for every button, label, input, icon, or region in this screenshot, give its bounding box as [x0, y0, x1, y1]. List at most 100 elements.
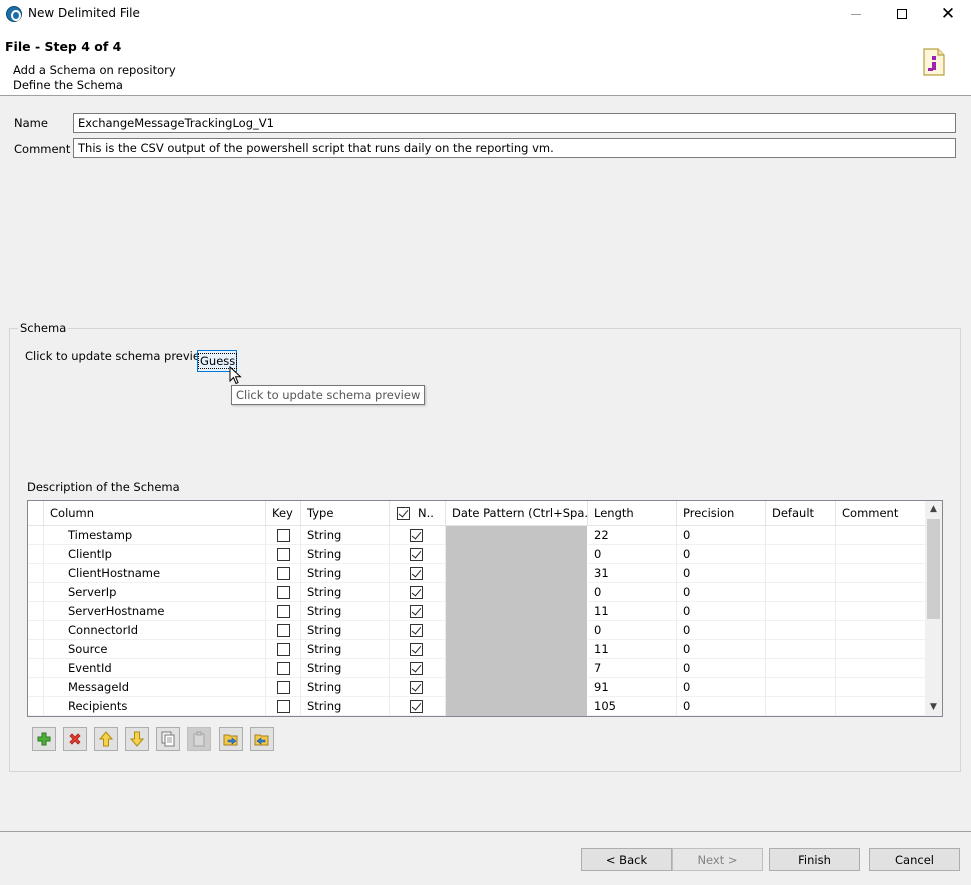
key-checkbox[interactable] — [277, 681, 290, 694]
default-cell[interactable] — [766, 640, 836, 659]
nullable-checkbox[interactable] — [410, 567, 423, 580]
length-cell[interactable]: 105 — [588, 697, 677, 716]
table-row[interactable]: ClientIp String 0 0 — [28, 545, 925, 564]
comment-cell[interactable] — [836, 659, 925, 678]
default-cell[interactable] — [766, 678, 836, 697]
cancel-button[interactable]: Cancel — [869, 848, 960, 871]
column-cell[interactable]: ServerHostname — [44, 602, 266, 621]
length-cell[interactable]: 0 — [588, 583, 677, 602]
date-pattern-cell[interactable] — [446, 678, 588, 697]
move-down-button[interactable] — [125, 727, 149, 751]
move-up-button[interactable] — [94, 727, 118, 751]
column-cell[interactable]: Source — [44, 640, 266, 659]
length-cell[interactable]: 22 — [588, 526, 677, 545]
column-cell[interactable]: EventId — [44, 659, 266, 678]
key-cell[interactable] — [266, 526, 301, 545]
comment-cell[interactable] — [836, 640, 925, 659]
key-cell[interactable] — [266, 697, 301, 716]
precision-cell[interactable]: 0 — [677, 621, 766, 640]
comment-cell[interactable] — [836, 697, 925, 716]
vertical-scrollbar[interactable]: ▲ ▼ — [925, 501, 942, 716]
comment-cell[interactable] — [836, 583, 925, 602]
schema-table[interactable]: Column Key Type N.. Date Pattern (Ctrl+S… — [27, 500, 943, 717]
default-cell[interactable] — [766, 602, 836, 621]
comment-cell[interactable] — [836, 526, 925, 545]
type-cell[interactable]: String — [301, 621, 390, 640]
comment-cell[interactable] — [836, 564, 925, 583]
table-row[interactable]: MessageId String 91 0 — [28, 678, 925, 697]
length-cell[interactable]: 0 — [588, 621, 677, 640]
name-input[interactable] — [73, 113, 956, 133]
date-pattern-cell[interactable] — [446, 640, 588, 659]
column-cell[interactable]: Timestamp — [44, 526, 266, 545]
date-pattern-cell[interactable] — [446, 564, 588, 583]
back-button[interactable]: < Back — [581, 848, 672, 871]
next-button[interactable]: Next > — [672, 848, 763, 871]
key-checkbox[interactable] — [277, 529, 290, 542]
header-length[interactable]: Length — [588, 501, 677, 526]
nullable-checkbox[interactable] — [410, 548, 423, 561]
type-cell[interactable]: String — [301, 659, 390, 678]
type-cell[interactable]: String — [301, 697, 390, 716]
nullable-checkbox[interactable] — [410, 700, 423, 713]
finish-button[interactable]: Finish — [769, 848, 860, 871]
precision-cell[interactable]: 0 — [677, 678, 766, 697]
key-cell[interactable] — [266, 583, 301, 602]
nullable-checkbox[interactable] — [410, 681, 423, 694]
table-row[interactable]: ServerIp String 0 0 — [28, 583, 925, 602]
key-cell[interactable] — [266, 602, 301, 621]
nullable-cell[interactable] — [390, 678, 446, 697]
export-button[interactable] — [250, 727, 274, 751]
date-pattern-cell[interactable] — [446, 602, 588, 621]
type-cell[interactable]: String — [301, 678, 390, 697]
header-date-pattern[interactable]: Date Pattern (Ctrl+Spa... — [446, 501, 588, 526]
paste-button[interactable] — [187, 727, 211, 751]
header-precision[interactable]: Precision — [677, 501, 766, 526]
table-row[interactable]: Timestamp String 22 0 — [28, 526, 925, 545]
nullable-cell[interactable] — [390, 659, 446, 678]
column-cell[interactable]: ClientIp — [44, 545, 266, 564]
type-cell[interactable]: String — [301, 583, 390, 602]
nullable-checkbox[interactable] — [410, 662, 423, 675]
scroll-down-icon[interactable]: ▼ — [925, 699, 942, 716]
column-cell[interactable]: ServerIp — [44, 583, 266, 602]
nullable-cell[interactable] — [390, 621, 446, 640]
nullable-checkbox[interactable] — [410, 624, 423, 637]
key-cell[interactable] — [266, 678, 301, 697]
column-cell[interactable]: ConnectorId — [44, 621, 266, 640]
key-cell[interactable] — [266, 640, 301, 659]
header-column[interactable]: Column — [44, 501, 266, 526]
table-row[interactable]: ServerHostname String 11 0 — [28, 602, 925, 621]
key-checkbox[interactable] — [277, 567, 290, 580]
import-button[interactable] — [219, 727, 243, 751]
nullable-header-checkbox[interactable] — [397, 507, 410, 520]
column-cell[interactable]: Recipients — [44, 697, 266, 716]
date-pattern-cell[interactable] — [446, 659, 588, 678]
default-cell[interactable] — [766, 545, 836, 564]
type-cell[interactable]: String — [301, 602, 390, 621]
comment-cell[interactable] — [836, 678, 925, 697]
default-cell[interactable] — [766, 526, 836, 545]
comment-cell[interactable] — [836, 545, 925, 564]
precision-cell[interactable]: 0 — [677, 545, 766, 564]
scroll-up-icon[interactable]: ▲ — [925, 501, 942, 518]
precision-cell[interactable]: 0 — [677, 526, 766, 545]
nullable-cell[interactable] — [390, 526, 446, 545]
precision-cell[interactable]: 0 — [677, 640, 766, 659]
key-checkbox[interactable] — [277, 700, 290, 713]
key-checkbox[interactable] — [277, 586, 290, 599]
key-checkbox[interactable] — [277, 643, 290, 656]
header-type[interactable]: Type — [301, 501, 390, 526]
key-checkbox[interactable] — [277, 548, 290, 561]
scroll-thumb[interactable] — [927, 519, 940, 619]
precision-cell[interactable]: 0 — [677, 564, 766, 583]
default-cell[interactable] — [766, 564, 836, 583]
table-row[interactable]: Recipients String 105 0 — [28, 697, 925, 716]
maximize-button[interactable] — [879, 0, 925, 28]
length-cell[interactable]: 7 — [588, 659, 677, 678]
table-row[interactable]: ClientHostname String 31 0 — [28, 564, 925, 583]
key-cell[interactable] — [266, 545, 301, 564]
header-comment[interactable]: Comment — [836, 501, 925, 526]
comment-cell[interactable] — [836, 621, 925, 640]
date-pattern-cell[interactable] — [446, 526, 588, 545]
